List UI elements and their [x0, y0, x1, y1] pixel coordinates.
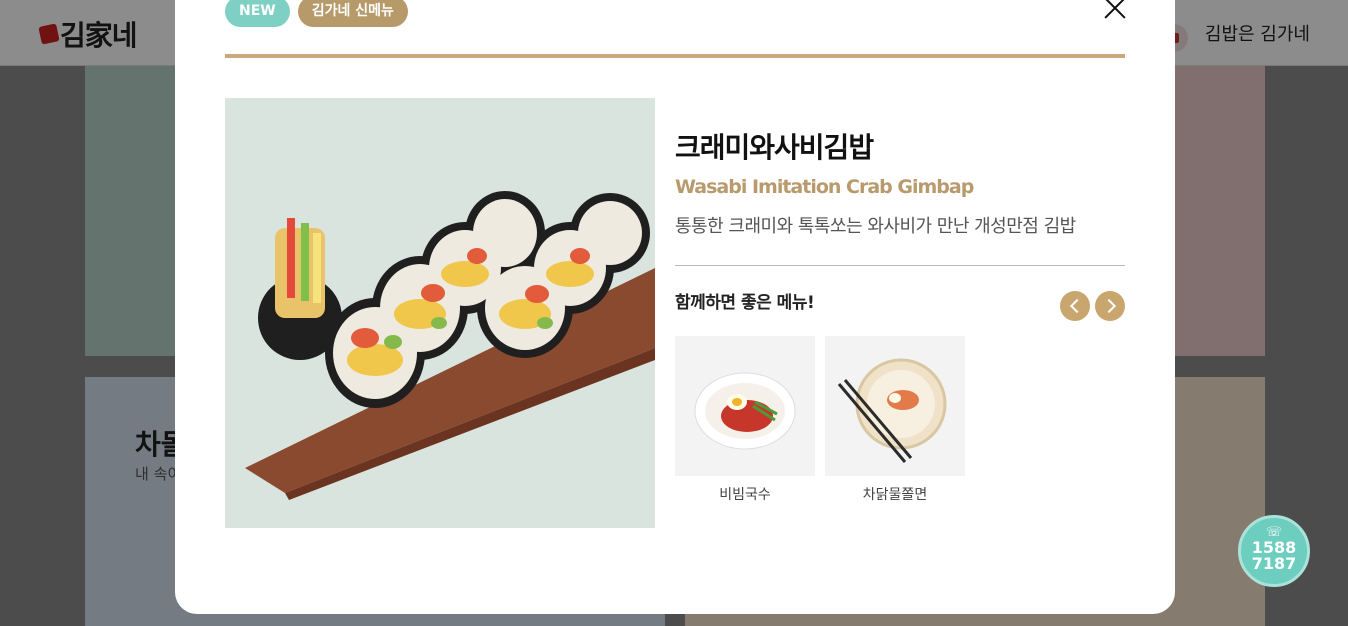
- menu-detail-modal: NEW 김가네 신메뉴 크래미와사비김밥 Wasabi Imitation Cr…: [175, 0, 1175, 614]
- pairing-item-bibim-noodles[interactable]: 비빔국수: [675, 336, 815, 504]
- pairing-item-label: 비빔국수: [719, 487, 771, 503]
- chevron-right-icon[interactable]: [1095, 291, 1125, 321]
- phone-order-button[interactable]: ☏ 1588 7187: [1238, 515, 1310, 587]
- pairing-heading: 함께하면 좋은 메뉴!: [675, 293, 815, 313]
- divider: [225, 54, 1125, 58]
- pairing-item-chadol-jjolmyeon[interactable]: 차닭물쫄면: [825, 336, 965, 504]
- phone-number-line2: 7187: [1251, 554, 1297, 573]
- gimbap-photo: [225, 98, 655, 528]
- bibim-noodles-photo: [675, 336, 815, 476]
- chadol-jjolmyeon-photo: [825, 336, 965, 476]
- badge-group: NEW 김가네 신메뉴: [225, 0, 408, 27]
- new-badge: NEW: [225, 0, 290, 27]
- menu-title: 크래미와사비김밥: [675, 131, 874, 164]
- close-icon[interactable]: [1103, 0, 1127, 20]
- divider: [675, 265, 1125, 266]
- chevron-left-icon[interactable]: [1060, 291, 1090, 321]
- pairing-item-label: 차닭물쫄면: [862, 487, 928, 503]
- menu-english-name: Wasabi Imitation Crab Gimbap: [675, 176, 974, 198]
- new-menu-badge: 김가네 신메뉴: [297, 0, 408, 27]
- menu-description: 통통한 크래미와 톡톡쏘는 와사비가 만난 개성만점 김밥: [675, 216, 1076, 237]
